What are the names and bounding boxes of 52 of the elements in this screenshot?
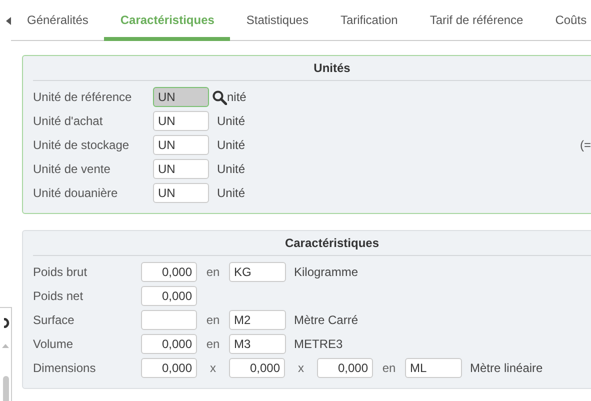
panel-title: Unités bbox=[33, 56, 591, 81]
field-label: Volume bbox=[33, 336, 74, 353]
field-label: Unité de vente bbox=[33, 161, 112, 178]
field-label: Dimensions bbox=[33, 360, 97, 377]
field-label: Poids brut bbox=[33, 264, 88, 281]
unit-field[interactable]: KG bbox=[229, 262, 286, 282]
unit-name: Unité bbox=[217, 137, 246, 154]
unit-field[interactable]: M3 bbox=[229, 334, 286, 354]
unit-name: Mètre Carré bbox=[294, 312, 358, 329]
unit-name: Unité bbox=[217, 185, 246, 202]
field-label: Unité de stockage bbox=[33, 137, 130, 154]
field-label: Unité d'achat bbox=[33, 113, 104, 130]
separator-text: x bbox=[297, 360, 305, 377]
unit-name: Mètre linéaire bbox=[470, 360, 543, 377]
number-field[interactable]: 0,000 bbox=[317, 358, 373, 378]
input-field[interactable]: UN bbox=[153, 111, 209, 131]
separator-text: en bbox=[205, 336, 221, 353]
unit-name: Unité bbox=[217, 113, 246, 130]
separator-text: en bbox=[205, 312, 221, 329]
input-field[interactable]: UN bbox=[153, 183, 209, 203]
field-label: Unité douanière bbox=[33, 185, 119, 202]
unit-name: Kilogramme bbox=[294, 264, 358, 281]
tab[interactable]: Tarification bbox=[324, 0, 414, 41]
separator-text: en bbox=[381, 360, 397, 377]
note-text: (= bbox=[580, 137, 591, 154]
field-label: Poids net bbox=[33, 288, 84, 305]
tab[interactable]: Généralités bbox=[11, 0, 104, 41]
number-field[interactable]: 0,000 bbox=[141, 358, 197, 378]
input-field[interactable]: UN bbox=[153, 87, 209, 107]
number-field[interactable]: 0,000 bbox=[229, 358, 285, 378]
unit-name: nité bbox=[227, 89, 246, 106]
unit-name: METRE3 bbox=[294, 336, 343, 353]
field-label: Unité de référence bbox=[33, 89, 133, 106]
input-field[interactable]: UN bbox=[153, 159, 209, 179]
separator-text: x bbox=[209, 360, 217, 377]
scroll-left-icon[interactable] bbox=[6, 16, 11, 24]
number-field[interactable] bbox=[141, 310, 197, 330]
panel-title: Caractéristiques bbox=[33, 231, 591, 256]
tab[interactable]: Coûts bbox=[539, 0, 591, 41]
unit-field[interactable]: M2 bbox=[229, 310, 286, 330]
unit-name: Unité bbox=[217, 161, 246, 178]
input-field[interactable]: UN bbox=[153, 135, 209, 155]
search-icon[interactable] bbox=[212, 90, 227, 104]
tab[interactable]: Tarif de référence bbox=[414, 0, 540, 41]
number-field[interactable]: 0,000 bbox=[141, 334, 197, 354]
number-field[interactable]: 0,000 bbox=[141, 286, 197, 306]
tab[interactable]: Statistiques bbox=[230, 0, 324, 41]
number-field[interactable]: 0,000 bbox=[141, 262, 197, 282]
scrollbar-thumb[interactable] bbox=[3, 376, 9, 401]
unit-field[interactable]: ML bbox=[405, 358, 462, 378]
field-label: Surface bbox=[33, 312, 76, 329]
separator-text: en bbox=[205, 264, 221, 281]
